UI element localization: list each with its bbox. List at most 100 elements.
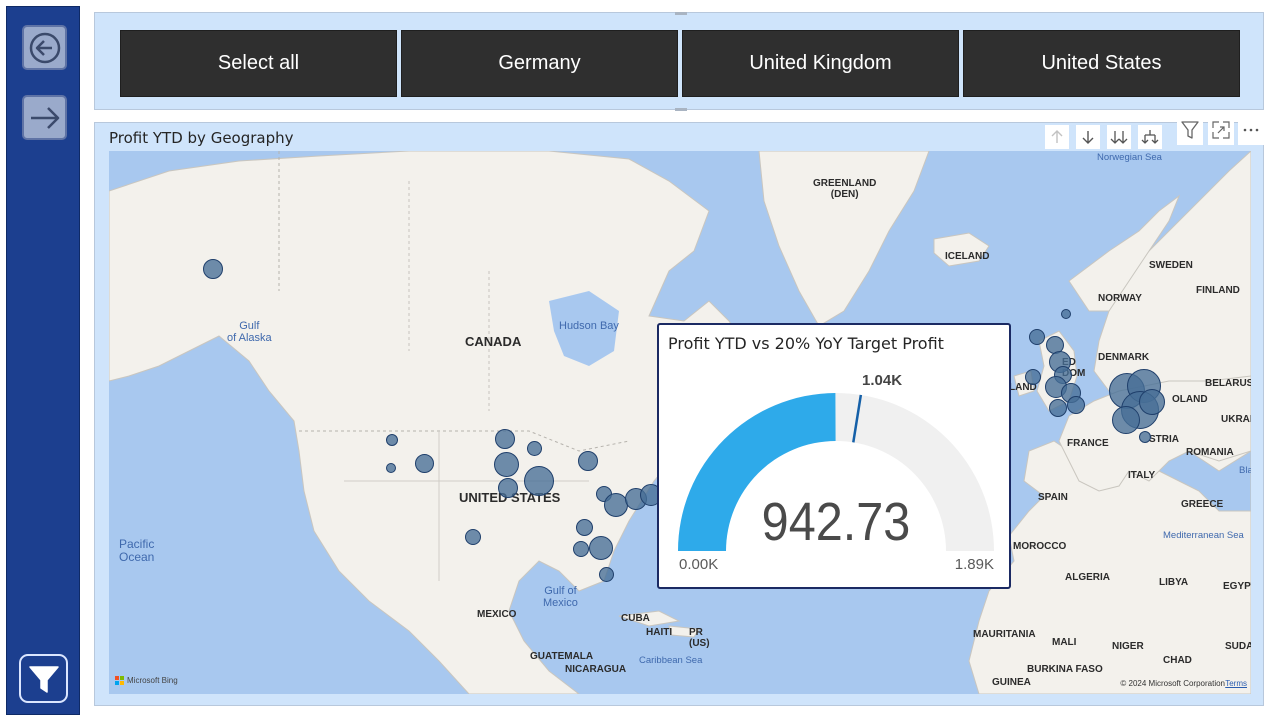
arrow-up-icon	[1051, 130, 1063, 143]
map-bubble[interactable]	[576, 519, 593, 536]
label-mauritania: MAURITANIA	[973, 629, 1036, 640]
gauge-max-label: 1.89K	[954, 556, 994, 573]
focus-mode-button[interactable]	[1208, 115, 1234, 145]
map-bubble[interactable]	[1029, 329, 1045, 345]
forward-button[interactable]	[22, 95, 67, 140]
map-bubble[interactable]	[1025, 369, 1041, 385]
label-nicaragua: NICARAGUA	[565, 664, 627, 675]
label-greenland: GREENLAND (DEN)	[813, 178, 877, 200]
label-norwegian-sea: Norwegian Sea	[1097, 152, 1162, 163]
gauge-min-label: 0.00K	[679, 556, 719, 573]
resize-handle-bottom[interactable]	[675, 108, 687, 111]
funnel-outline-icon	[1181, 121, 1199, 139]
gauge-target-label: 1.04K	[862, 372, 903, 389]
label-libya: LIBYA	[1159, 577, 1189, 588]
label-cuba: CUBA	[621, 613, 650, 624]
map-bubble[interactable]	[386, 434, 398, 446]
country-slicer: Select all Germany United Kingdom United…	[94, 12, 1264, 111]
map-copyright: © 2024 Microsoft Corporation	[1120, 679, 1225, 688]
label-sweden: SWEDEN	[1149, 260, 1193, 271]
navigation-rail	[6, 6, 80, 715]
label-canada: CANADA	[465, 334, 522, 349]
map-bubble[interactable]	[495, 429, 515, 449]
map-bubble[interactable]	[578, 451, 598, 471]
map-bubble[interactable]	[1139, 389, 1165, 415]
more-options-button[interactable]	[1238, 115, 1264, 145]
arrow-down-icon	[1082, 131, 1094, 144]
label-spain: SPAIN	[1038, 492, 1068, 503]
label-romania: ROMANIA	[1186, 447, 1234, 458]
drill-up-button[interactable]	[1045, 125, 1069, 149]
bing-attribution: Microsoft Bing	[115, 676, 178, 685]
label-niger: NIGER	[1112, 641, 1144, 652]
label-guinea: GUINEA	[992, 677, 1031, 688]
map-bubble[interactable]	[494, 452, 519, 477]
slicer-option-germany[interactable]: Germany	[401, 30, 678, 97]
expand-hierarchy-button[interactable]	[1138, 125, 1162, 149]
map-bubble[interactable]	[527, 441, 542, 456]
label-italy: ITALY	[1128, 470, 1156, 481]
label-finland: FINLAND	[1196, 285, 1240, 296]
label-denmark: DENMARK	[1098, 352, 1150, 363]
label-poland: OLAND	[1172, 394, 1208, 405]
map-terms-link[interactable]: Terms	[1225, 679, 1247, 688]
label-morocco: MOROCCO	[1013, 541, 1067, 552]
gauge-value: 942.73	[761, 492, 911, 552]
bing-attribution-text: Microsoft Bing	[127, 676, 178, 685]
slicer-option-united-kingdom[interactable]: United Kingdom	[682, 30, 959, 97]
label-sudan: SUDA	[1225, 641, 1251, 652]
map-bubble[interactable]	[1067, 396, 1085, 414]
map-bubble[interactable]	[498, 478, 518, 498]
label-ukraine: UKRAI	[1221, 414, 1251, 425]
arrow-right-icon	[30, 106, 59, 129]
map-bubble[interactable]	[1061, 309, 1071, 319]
label-iceland: ICELAND	[945, 251, 990, 262]
funnel-icon	[28, 665, 59, 693]
label-guatemala: GUATEMALA	[530, 651, 594, 662]
label-chad: CHAD	[1163, 655, 1192, 666]
label-belarus: BELARUS	[1205, 378, 1251, 389]
label-mediterranean-sea: Mediterranean Sea	[1163, 530, 1244, 541]
more-options-icon	[1243, 128, 1259, 132]
label-norway: NORWAY	[1098, 293, 1142, 304]
microsoft-logo-icon	[115, 676, 124, 685]
label-mexico: MEXICO	[477, 609, 517, 620]
label-greece: GREECE	[1181, 499, 1224, 510]
map-title: Profit YTD by Geography	[109, 129, 294, 147]
slicer-option-united-states[interactable]: United States	[963, 30, 1240, 97]
map-bubble[interactable]	[524, 466, 554, 496]
label-algeria: ALGERIA	[1065, 572, 1110, 583]
map-bubble[interactable]	[599, 567, 614, 582]
label-gulf-of-alaska: Gulf of Alaska	[227, 320, 272, 344]
resize-handle-top[interactable]	[675, 12, 687, 15]
gauge-tooltip: Profit YTD vs 20% YoY Target Profit 1.04…	[657, 323, 1011, 589]
expand-next-level-button[interactable]	[1107, 125, 1131, 149]
visual-filter-button[interactable]	[1177, 115, 1203, 145]
label-haiti: HAITI	[646, 627, 673, 638]
label-caribbean-sea: Caribbean Sea	[639, 655, 703, 666]
map-bubble[interactable]	[203, 259, 223, 279]
arrow-back-circle-icon	[29, 32, 60, 63]
slicer-option-select-all[interactable]: Select all	[120, 30, 397, 97]
map-bubble[interactable]	[465, 529, 481, 545]
map-bubble[interactable]	[1139, 431, 1151, 443]
map-bubble[interactable]	[415, 454, 434, 473]
drill-down-button[interactable]	[1076, 125, 1100, 149]
map-bubble[interactable]	[1112, 406, 1140, 434]
label-egypt: EGYPT	[1223, 581, 1251, 592]
label-mali: MALI	[1052, 637, 1077, 648]
double-arrow-down-icon	[1110, 131, 1128, 144]
back-button[interactable]	[22, 25, 67, 70]
label-burkina-faso: BURKINA FASO	[1027, 664, 1103, 675]
fork-arrow-down-icon	[1141, 130, 1159, 144]
filter-pane-button[interactable]	[19, 654, 68, 703]
label-austria: STRIA	[1149, 434, 1179, 445]
map-bubble[interactable]	[1049, 399, 1067, 417]
map-bubble[interactable]	[589, 536, 613, 560]
label-pr: PR (US)	[689, 627, 710, 649]
map-bubble[interactable]	[386, 463, 396, 473]
map-bubble[interactable]	[573, 541, 589, 557]
label-gulf-of-mexico: Gulf of Mexico	[543, 585, 578, 609]
label-pacific-ocean: Pacific Ocean	[119, 537, 155, 564]
label-france: FRANCE	[1067, 438, 1109, 449]
